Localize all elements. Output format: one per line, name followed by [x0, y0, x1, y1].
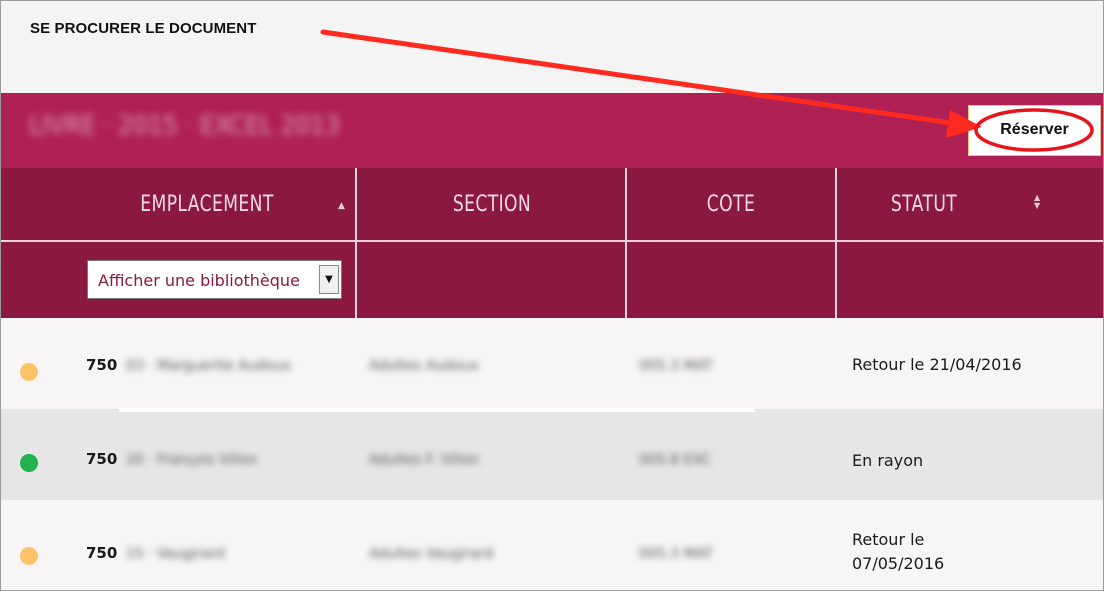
cote-value: 005.3 MAT: [639, 546, 713, 562]
table-row: 750 15 · Vaugirard Adultes Vaugirard 005…: [1, 500, 1103, 590]
status-value: Retour le 21/04/2016: [852, 355, 1022, 374]
status-line: Retour le: [852, 530, 925, 549]
holdings-table-header: EMPLACEMENT ▲ SECTION COTE STATUT ▲ ▼ Aff…: [1, 168, 1103, 318]
reserve-button-label: Réserver: [1000, 121, 1069, 138]
column-header-statut[interactable]: STATUT: [858, 168, 991, 241]
column-header-cote[interactable]: COTE: [651, 168, 812, 241]
status-dot-icon: [20, 363, 38, 381]
status-dot-icon: [20, 454, 38, 472]
section-value: Adultes F. Villon: [369, 452, 479, 468]
sort-asc-icon[interactable]: ▲: [338, 201, 345, 211]
document-title: LIVRE · 2015 · EXCEL 2013: [29, 111, 341, 141]
sort-both-icon[interactable]: ▲ ▼: [1034, 194, 1040, 210]
section-value: Adultes Vaugirard: [369, 546, 494, 562]
table-row: 750 03 · Marguerite Audoux Adultes Audou…: [1, 318, 1103, 409]
column-divider: [625, 168, 627, 318]
column-divider: [835, 168, 837, 318]
holdings-panel: SE PROCURER LE DOCUMENT LIVRE · 2015 · E…: [0, 0, 1104, 591]
library-filter-value: Afficher une bibliothèque: [98, 271, 300, 290]
column-header-section[interactable]: SECTION: [390, 168, 594, 241]
status-value: Retour le 07/05/2016: [852, 528, 944, 576]
cote-value: 005.3 MAT: [639, 358, 713, 374]
status-value: En rayon: [852, 451, 924, 470]
location-code: 750: [86, 356, 118, 374]
table-row: 750 20 · François Villon Adultes F. Vill…: [1, 409, 1103, 500]
row-highlight-strip: [119, 408, 755, 412]
document-title-band: LIVRE · 2015 · EXCEL 2013: [1, 93, 1103, 168]
header-divider: [1, 240, 1103, 242]
status-line: 07/05/2016: [852, 554, 945, 573]
section-header: SE PROCURER LE DOCUMENT: [1, 1, 1103, 93]
section-heading: SE PROCURER LE DOCUMENT: [30, 20, 257, 37]
location-code: 750: [86, 544, 118, 562]
reserve-button[interactable]: Réserver: [968, 105, 1101, 156]
section-value: Adultes Audoux: [369, 358, 479, 374]
status-dot-icon: [20, 547, 38, 565]
column-divider: [355, 168, 357, 318]
location-name: 20 · François Villon: [126, 452, 258, 468]
location-code: 750: [86, 450, 118, 468]
location-name: 15 · Vaugirard: [126, 546, 225, 562]
library-filter-select[interactable]: Afficher une bibliothèque ▼: [87, 260, 342, 299]
cote-value: 005.8 EXC: [639, 452, 711, 468]
location-name: 03 · Marguerite Audoux: [126, 358, 291, 374]
chevron-down-icon[interactable]: ▼: [319, 265, 339, 294]
column-header-emplacement[interactable]: EMPLACEMENT: [137, 168, 277, 241]
